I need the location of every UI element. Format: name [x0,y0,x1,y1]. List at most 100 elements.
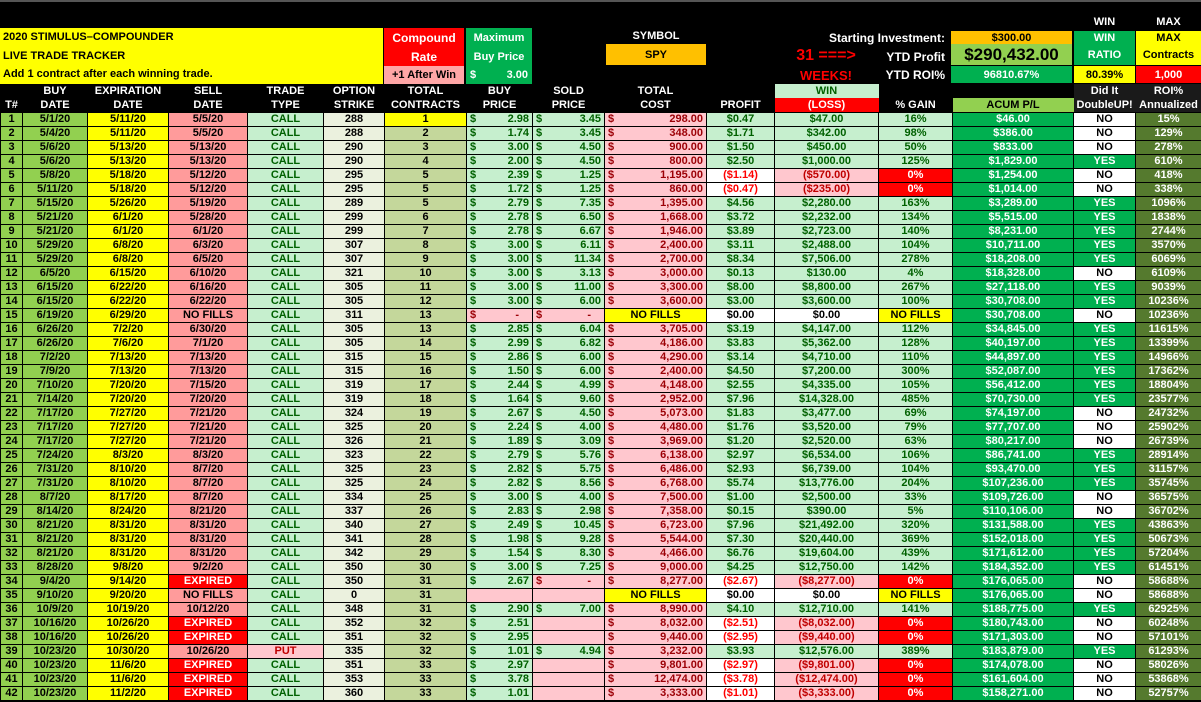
sell-date-cell[interactable]: 7/21/20 [168,419,248,435]
total-cost-cell[interactable]: $860.00 [604,181,707,197]
table-row[interactable]: 33 8/28/20 9/8/20 9/2/20 CALL 350 30 $3.00 $7.25… [0,559,1201,575]
total-contracts-cell[interactable]: 5 [384,181,467,197]
table-row[interactable]: 27 7/31/20 8/10/20 8/7/20 CALL 325 24 $2.82 $8.5… [0,475,1201,491]
roi-annualized-cell[interactable]: 61451% [1135,559,1201,575]
sold-price-cell[interactable]: $5.75 [532,461,605,477]
profit-cell[interactable]: $3.00 [706,293,775,309]
sell-date-cell[interactable]: 8/31/20 [168,531,248,547]
win-loss-cell[interactable]: ($9,801.00) [774,657,879,673]
option-strike-cell[interactable]: 351 [323,657,385,673]
table-row[interactable]: 15 6/19/20 6/29/20 NO FILLS CALL 311 13 $ - $ - NO … [0,307,1201,323]
buy-price-cell[interactable]: $2.99 [466,335,533,351]
trade-type-cell[interactable]: CALL [247,391,324,407]
expiration-date-cell[interactable]: 5/18/20 [87,167,169,183]
sell-date-cell[interactable]: NO FILLS [168,587,248,603]
win-loss-cell[interactable]: $2,520.00 [774,433,879,449]
profit-cell[interactable]: $8.34 [706,251,775,267]
buy-date-cell[interactable]: 8/21/20 [22,531,88,547]
trade-number-cell[interactable]: 9 [0,223,23,239]
total-contracts-cell[interactable]: 4 [384,153,467,169]
option-strike-cell[interactable]: 340 [323,517,385,533]
trade-type-cell[interactable]: CALL [247,265,324,281]
buy-price-cell[interactable]: $2.67 [466,573,533,589]
total-cost-cell[interactable]: $3,300.00 [604,279,707,295]
double-up-cell[interactable]: NO [1073,181,1136,197]
trade-type-cell[interactable]: CALL [247,307,324,323]
trade-type-cell[interactable]: CALL [247,657,324,673]
total-contracts-cell[interactable]: 5 [384,195,467,211]
table-row[interactable]: 37 10/16/20 10/26/20 EXPIRED CALL 352 32 $2.51 $… [0,615,1201,631]
table-row[interactable]: 5 5/8/20 5/18/20 5/12/20 CALL 295 5 $2.39 $1.25 $… [0,167,1201,183]
total-contracts-cell[interactable]: 29 [384,545,467,561]
percent-gain-cell[interactable]: 63% [878,433,953,449]
sold-price-cell[interactable]: $7.00 [532,601,605,617]
buy-price-cell[interactable]: $2.79 [466,195,533,211]
option-strike-cell[interactable]: 305 [323,335,385,351]
buy-date-cell[interactable]: 5/21/20 [22,223,88,239]
acum-pl-cell[interactable]: $1,254.00 [952,167,1074,183]
total-cost-cell[interactable]: $4,466.00 [604,545,707,561]
total-contracts-cell[interactable]: 33 [384,671,467,687]
roi-annualized-cell[interactable]: 6069% [1135,251,1201,267]
double-up-cell[interactable]: YES [1073,153,1136,169]
total-cost-cell[interactable]: $2,400.00 [604,237,707,253]
acum-pl-cell[interactable]: $171,612.00 [952,545,1074,561]
total-contracts-cell[interactable]: 1 [384,111,467,127]
table-row[interactable]: 17 6/26/20 7/6/20 7/1/20 CALL 305 14 $2.99 $6.82… [0,335,1201,351]
win-loss-cell[interactable]: $6,534.00 [774,447,879,463]
buy-date-cell[interactable]: 7/17/20 [22,419,88,435]
trade-type-cell[interactable]: CALL [247,405,324,421]
win-loss-cell[interactable]: ($9,440.00) [774,629,879,645]
acum-pl-cell[interactable]: $34,845.00 [952,321,1074,337]
sold-price-cell[interactable]: $3.45 [532,125,605,141]
acum-pl-cell[interactable]: $77,707.00 [952,419,1074,435]
option-strike-cell[interactable]: 351 [323,629,385,645]
buy-date-cell[interactable]: 7/31/20 [22,475,88,491]
buy-price-cell[interactable]: $3.00 [466,139,533,155]
total-cost-cell[interactable]: NO FILLS [604,307,707,323]
expiration-date-cell[interactable]: 7/13/20 [87,349,169,365]
sold-price-cell[interactable]: $4.00 [532,419,605,435]
total-contracts-cell[interactable]: 13 [384,321,467,337]
total-contracts-cell[interactable]: 13 [384,307,467,323]
trade-type-cell[interactable]: CALL [247,279,324,295]
buy-price-cell[interactable]: $2.78 [466,209,533,225]
sell-date-cell[interactable]: NO FILLS [168,307,248,323]
trade-type-cell[interactable]: CALL [247,125,324,141]
percent-gain-cell[interactable]: 278% [878,251,953,267]
percent-gain-cell[interactable]: 389% [878,643,953,659]
sell-date-cell[interactable]: 6/22/20 [168,293,248,309]
win-loss-cell[interactable]: ($8,277.00) [774,573,879,589]
total-contracts-cell[interactable]: 16 [384,363,467,379]
profit-cell[interactable]: $2.97 [706,447,775,463]
win-loss-cell[interactable]: $2,488.00 [774,237,879,253]
option-strike-cell[interactable]: 311 [323,307,385,323]
table-row[interactable]: 12 6/5/20 6/15/20 6/10/20 CALL 321 10 $3.00 $3.1… [0,265,1201,281]
trade-number-cell[interactable]: 8 [0,209,23,225]
percent-gain-cell[interactable]: 110% [878,349,953,365]
expiration-date-cell[interactable]: 8/17/20 [87,489,169,505]
double-up-cell[interactable]: NO [1073,307,1136,323]
buy-date-cell[interactable]: 5/1/20 [22,111,88,127]
acum-pl-cell[interactable]: $161,604.00 [952,671,1074,687]
trade-type-cell[interactable]: CALL [247,419,324,435]
trade-number-cell[interactable]: 24 [0,433,23,449]
double-up-cell[interactable]: YES [1073,377,1136,393]
percent-gain-cell[interactable]: 320% [878,517,953,533]
buy-price-cell[interactable]: $1.89 [466,433,533,449]
total-cost-cell[interactable]: $1,395.00 [604,195,707,211]
expiration-date-cell[interactable]: 8/31/20 [87,545,169,561]
table-row[interactable]: 21 7/14/20 7/20/20 7/20/20 CALL 319 18 $1.64 $9.… [0,391,1201,407]
sold-price-cell[interactable] [532,629,605,645]
profit-cell[interactable]: $7.30 [706,531,775,547]
buy-price-cell[interactable]: $3.00 [466,251,533,267]
total-contracts-cell[interactable]: 11 [384,279,467,295]
trade-number-cell[interactable]: 14 [0,293,23,309]
roi-annualized-cell[interactable]: 53868% [1135,671,1201,687]
percent-gain-cell[interactable]: 106% [878,447,953,463]
total-cost-cell[interactable]: $2,400.00 [604,363,707,379]
sold-price-cell[interactable]: $6.00 [532,293,605,309]
option-strike-cell[interactable]: 323 [323,447,385,463]
total-cost-cell[interactable]: $4,148.00 [604,377,707,393]
profit-cell[interactable]: ($0.47) [706,181,775,197]
